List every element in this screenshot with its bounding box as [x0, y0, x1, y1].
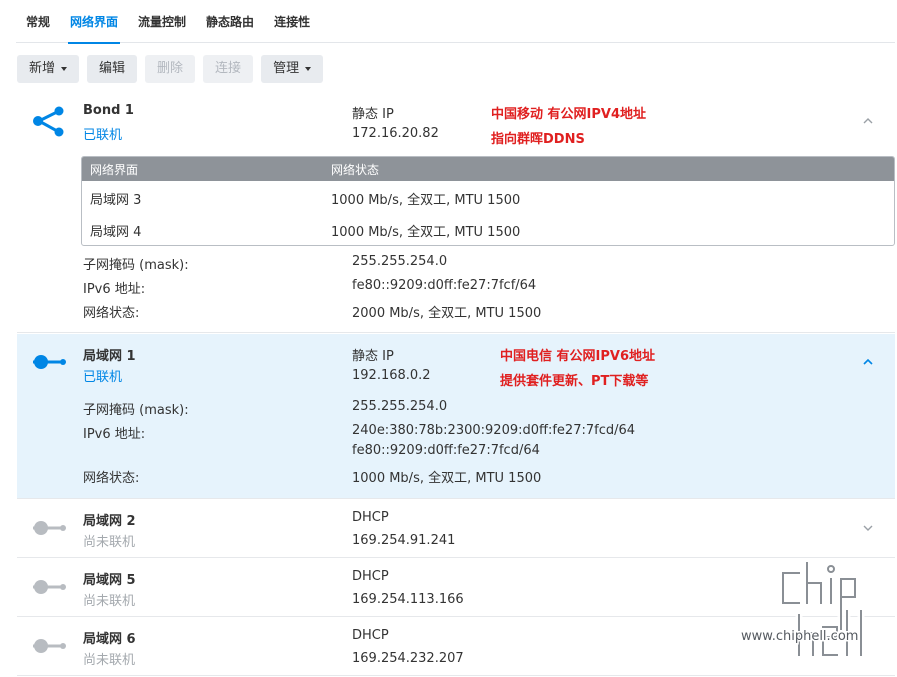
interface-name: 局域网 2	[83, 514, 136, 529]
toolbar: 新增 编辑 删除 连接 管理	[17, 55, 324, 83]
caret-down-icon	[61, 66, 68, 71]
chiphell-watermark-logo: www.chiphell.com www.chiphell.com	[740, 559, 865, 659]
interface-name: 局域网 5	[83, 573, 136, 588]
table-header: 网络界面 网络状态	[82, 157, 894, 181]
interface-status: 尚未联机	[83, 535, 136, 550]
table-row[interactable]: 局域网 4 1000 Mb/s, 全双工, MTU 1500	[82, 213, 894, 245]
ip-address: 169.254.232.207	[352, 651, 464, 666]
tab-bar: 常规 网络界面 流量控制 静态路由 连接性	[16, 0, 895, 44]
member-interface: 局域网 4	[90, 225, 142, 240]
annotation-line-2: 提供套件更新、PT下载等	[500, 374, 649, 389]
column-header-status: 网络状态	[331, 163, 380, 177]
interface-name: Bond 1	[83, 103, 134, 118]
watermark-url: www.chiphell.com	[741, 629, 858, 644]
ip-address: 169.254.91.241	[352, 533, 456, 548]
annotation-line-2: 指向群晖DDNS	[491, 132, 585, 147]
member-status: 1000 Mb/s, 全双工, MTU 1500	[331, 225, 521, 240]
member-status: 1000 Mb/s, 全双工, MTU 1500	[331, 193, 521, 208]
manage-button-label: 管理	[273, 61, 300, 76]
connect-button[interactable]: 连接	[203, 55, 254, 83]
ip-mode: DHCP	[352, 628, 389, 643]
interface-status: 尚未联机	[83, 653, 136, 668]
ip-mode: 静态 IP	[352, 107, 394, 122]
interface-status: 已联机	[83, 128, 123, 143]
tab-general[interactable]: 常规	[24, 0, 52, 43]
add-button-label: 新增	[29, 61, 56, 76]
tab-connectivity[interactable]: 连接性	[272, 0, 312, 43]
ipv6-value: fe80::9209:d0ff:fe27:7fcf/64	[352, 278, 537, 293]
interface-name: 局域网 6	[83, 632, 136, 647]
interface-lan2[interactable]: 局域网 2 尚未联机 DHCP 169.254.91.241	[17, 499, 895, 558]
ethernet-connected-icon	[33, 355, 66, 369]
bond-members-table: 网络界面 网络状态 局域网 3 1000 Mb/s, 全双工, MTU 1500…	[81, 156, 895, 246]
chevron-up-icon[interactable]	[861, 114, 875, 128]
subnet-mask-value: 255.255.254.0	[352, 399, 448, 414]
ethernet-disconnected-icon	[33, 521, 66, 535]
net-status-label: 网络状态:	[83, 471, 140, 486]
chevron-down-icon[interactable]	[861, 521, 875, 535]
manage-button[interactable]: 管理	[261, 55, 324, 83]
subnet-mask-value: 255.255.254.0	[352, 254, 448, 269]
tab-traffic-control[interactable]: 流量控制	[136, 0, 188, 43]
interface-lan1[interactable]: 局域网 1 已联机 静态 IP 192.168.0.2 中国电信 有公网IPV6…	[17, 334, 895, 499]
interface-bond1[interactable]: Bond 1 已联机 静态 IP 172.16.20.82 中国移动 有公网IP…	[17, 92, 895, 333]
ethernet-disconnected-icon	[33, 639, 66, 653]
ipv6-label: IPv6 地址:	[83, 427, 146, 442]
delete-button[interactable]: 删除	[145, 55, 196, 83]
edit-button[interactable]: 编辑	[87, 55, 138, 83]
member-interface: 局域网 3	[90, 193, 142, 208]
ipv6-value-global: 240e:380:78b:2300:9209:d0ff:fe27:7fcd/64	[352, 423, 636, 438]
table-row[interactable]: 局域网 3 1000 Mb/s, 全双工, MTU 1500	[82, 181, 894, 213]
ip-mode: DHCP	[352, 569, 389, 584]
ipv6-value-link-local: fe80::9209:d0ff:fe27:7fcd/64	[352, 443, 540, 458]
subnet-mask-label: 子网掩码 (mask):	[83, 258, 189, 273]
ip-mode: 静态 IP	[352, 349, 394, 364]
share-network-icon	[33, 106, 64, 137]
net-status-value: 1000 Mb/s, 全双工, MTU 1500	[352, 471, 542, 486]
ip-address: 169.254.113.166	[352, 592, 464, 607]
column-header-interface: 网络界面	[90, 163, 139, 177]
caret-down-icon	[305, 66, 312, 71]
ethernet-disconnected-icon	[33, 580, 66, 594]
ipv6-label: IPv6 地址:	[83, 282, 146, 297]
annotation-line-1: 中国电信 有公网IPV6地址	[500, 349, 655, 364]
interface-status: 已联机	[83, 370, 123, 385]
chevron-up-icon[interactable]	[861, 355, 875, 369]
tab-static-route[interactable]: 静态路由	[204, 0, 256, 43]
tab-network-interface[interactable]: 网络界面	[68, 0, 121, 44]
ip-mode: DHCP	[352, 510, 389, 525]
net-status-label: 网络状态:	[83, 306, 140, 321]
interface-status: 尚未联机	[83, 594, 136, 609]
net-status-value: 2000 Mb/s, 全双工, MTU 1500	[352, 306, 542, 321]
subnet-mask-label: 子网掩码 (mask):	[83, 403, 189, 418]
annotation-line-1: 中国移动 有公网IPV4地址	[491, 107, 646, 122]
ip-address: 192.168.0.2	[352, 368, 431, 383]
add-button[interactable]: 新增	[17, 55, 80, 83]
interface-name: 局域网 1	[83, 349, 136, 364]
ip-address: 172.16.20.82	[352, 126, 439, 141]
